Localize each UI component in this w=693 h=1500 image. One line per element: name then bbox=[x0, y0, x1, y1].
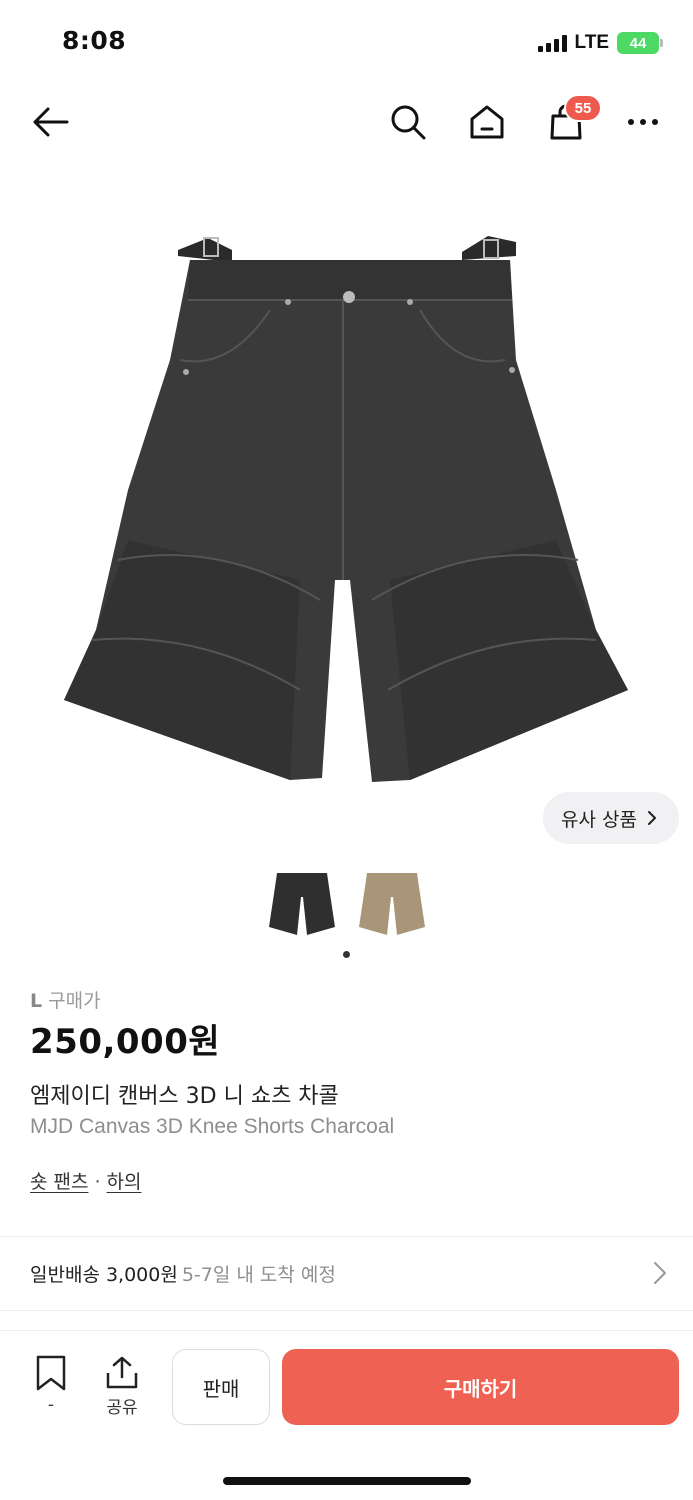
search-icon bbox=[391, 105, 426, 140]
home-indicator bbox=[223, 1477, 471, 1485]
shorts-image bbox=[64, 236, 628, 782]
top-nav: 55 bbox=[0, 90, 693, 154]
status-indicators: LTE 44 bbox=[537, 32, 663, 54]
sell-button[interactable]: 판매 bbox=[172, 1349, 270, 1425]
battery-level: 44 bbox=[629, 34, 647, 52]
bookmark-button[interactable]: - bbox=[34, 1355, 68, 1415]
product-image[interactable] bbox=[0, 160, 693, 850]
price-type-label: 구매가 bbox=[48, 990, 101, 1012]
divider bbox=[0, 1310, 693, 1311]
price-label: L 구매가 bbox=[30, 986, 101, 1013]
category-separator: · bbox=[94, 1171, 101, 1193]
category-link-bottoms[interactable]: 하의 bbox=[107, 1171, 142, 1193]
chevron-right-icon[interactable] bbox=[653, 1261, 667, 1285]
chevron-right-icon bbox=[648, 811, 656, 825]
network-label: LTE bbox=[574, 32, 609, 53]
signal-icon bbox=[537, 34, 567, 52]
back-button[interactable] bbox=[26, 98, 74, 146]
product-name-korean: 엠제이디 캔버스 3D 니 쇼츠 차콜 bbox=[30, 1084, 339, 1109]
thumbnail-beige[interactable] bbox=[356, 866, 428, 940]
carousel-indicator bbox=[343, 951, 350, 958]
charcoal-shorts-thumb bbox=[268, 873, 335, 935]
similar-products-label: 유사 상품 bbox=[561, 808, 637, 831]
search-button[interactable] bbox=[384, 98, 432, 146]
shipping-info[interactable]: 일반배송 3,000원 5-7일 내 도착 예정 bbox=[30, 1260, 336, 1287]
shipping-label: 일반배송 3,000원 bbox=[30, 1264, 178, 1286]
home-button[interactable] bbox=[463, 98, 511, 146]
share-icon bbox=[106, 1356, 138, 1389]
thumbnail-strip bbox=[0, 866, 693, 940]
share-button[interactable]: 공유 bbox=[104, 1355, 140, 1418]
home-icon bbox=[470, 105, 504, 139]
divider bbox=[0, 1236, 693, 1237]
more-button[interactable] bbox=[619, 98, 667, 146]
back-arrow-icon bbox=[33, 107, 69, 137]
status-bar: 8:08 LTE 44 bbox=[0, 0, 693, 88]
price: 250,000원 bbox=[30, 1022, 221, 1062]
bookmark-icon bbox=[36, 1355, 66, 1391]
share-label: 공유 bbox=[106, 1398, 138, 1418]
size-label: L bbox=[30, 990, 43, 1012]
category-link-short-pants[interactable]: 숏 팬츠 bbox=[30, 1171, 88, 1193]
similar-products-button[interactable]: 유사 상품 bbox=[543, 792, 679, 844]
more-icon bbox=[628, 119, 658, 125]
cart-button[interactable]: 55 bbox=[542, 94, 602, 146]
bookmark-count: - bbox=[47, 1395, 55, 1415]
beige-shorts-thumb bbox=[358, 873, 425, 935]
buy-button[interactable]: 구매하기 bbox=[282, 1349, 679, 1425]
product-name-english: MJD Canvas 3D Knee Shorts Charcoal bbox=[30, 1115, 395, 1138]
thumbnail-charcoal[interactable] bbox=[266, 866, 338, 940]
bottom-action-bar: - 공유 판매 구매하기 bbox=[0, 1330, 693, 1500]
status-time: 8:08 bbox=[62, 26, 127, 55]
shipping-eta: 5-7일 내 도착 예정 bbox=[181, 1264, 336, 1286]
cart-count-badge: 55 bbox=[564, 94, 602, 122]
category-breadcrumb: 숏 팬츠 · 하의 bbox=[30, 1167, 142, 1194]
battery-icon: 44 bbox=[617, 32, 663, 54]
